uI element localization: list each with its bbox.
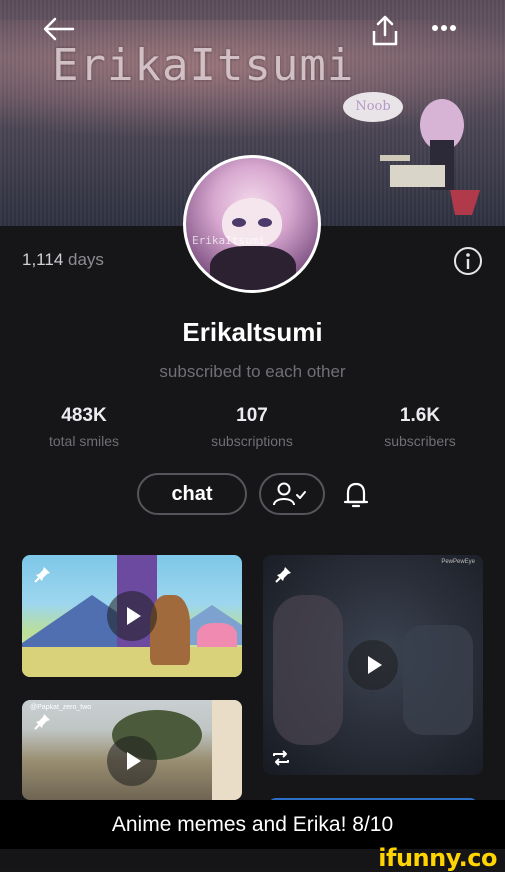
ifunny-logo: ifunny.co (378, 844, 497, 872)
share-icon (372, 15, 398, 46)
stat-value: 1.6K (399, 405, 441, 426)
stat-label: subscribers (384, 433, 456, 449)
play-button[interactable] (348, 640, 398, 690)
tile-scene (212, 700, 242, 800)
post-tile[interactable] (22, 555, 242, 677)
tile-scene (403, 625, 473, 735)
avatar-eye (232, 218, 246, 227)
tile-scene (273, 595, 343, 745)
avatar[interactable]: ErikaItsumi (183, 155, 321, 293)
subscribed-toggle-button[interactable] (259, 473, 325, 515)
pin-icon (34, 567, 50, 583)
banner-title-text: ErikaItsumi (52, 40, 355, 91)
more-options-button[interactable] (428, 18, 460, 38)
banner-anime-figure (380, 99, 480, 215)
more-dots-icon (432, 25, 456, 31)
avatar-body (210, 246, 296, 290)
subscription-status: subscribed to each other (159, 362, 346, 381)
stat-label: total smiles (48, 433, 120, 449)
play-button[interactable] (107, 736, 157, 786)
stat-subscribers[interactable]: 1.6K subscribers (345, 405, 495, 449)
tile-scene (150, 595, 190, 665)
tile-watermark: @Papkat_zero_two (30, 704, 92, 711)
avatar-watermark: ErikaItsumi (192, 234, 265, 247)
chat-button[interactable]: chat (137, 473, 247, 515)
play-button[interactable] (107, 591, 157, 641)
back-button[interactable] (38, 14, 78, 44)
stat-subscriptions[interactable]: 107 subscriptions (177, 405, 327, 449)
days-on-site: 1,114 days (22, 250, 104, 270)
info-button[interactable] (452, 245, 484, 277)
avatar-image: ErikaItsumi (186, 158, 318, 290)
meme-caption: Anime memes and Erika! 8/10 (0, 800, 505, 849)
notifications-button[interactable] (336, 475, 376, 515)
arrow-left-icon (43, 17, 75, 41)
stat-value: 107 (236, 405, 268, 426)
play-icon (127, 607, 141, 625)
profile-username: ErikaItsumi (182, 317, 323, 347)
play-icon (368, 656, 382, 674)
info-icon (454, 247, 482, 275)
post-tile[interactable]: @Papkat_zero_two (22, 700, 242, 800)
repost-icon (273, 750, 289, 766)
stat-label: subscriptions (211, 433, 293, 449)
share-button[interactable] (366, 14, 404, 48)
avatar-eye (258, 218, 272, 227)
user-check-icon (273, 482, 306, 506)
tile-watermark: PewPewEye (441, 559, 475, 565)
play-icon (127, 752, 141, 770)
stat-value: 483K (61, 405, 107, 426)
stat-total-smiles: 483K total smiles (9, 405, 159, 449)
bell-icon (343, 482, 369, 508)
pin-icon (275, 567, 291, 583)
tile-scene (22, 647, 242, 677)
post-tile[interactable]: PewPewEye (263, 555, 483, 775)
days-label: days (68, 250, 104, 269)
days-count: 1,114 (22, 250, 64, 269)
pin-icon (34, 714, 50, 730)
